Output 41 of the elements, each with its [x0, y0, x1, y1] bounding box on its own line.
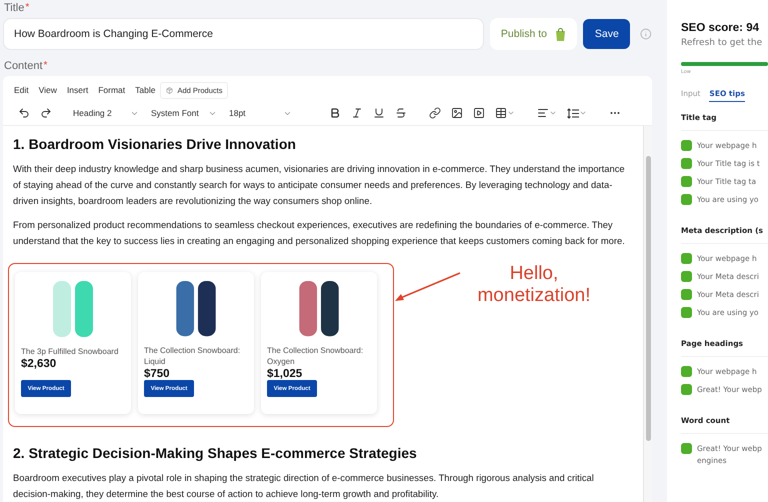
title-input[interactable]: How Boardroom is Changing E-Commerce — [3, 18, 484, 50]
publish-button[interactable]: Publish to — [490, 18, 578, 50]
align-left-icon — [537, 107, 549, 119]
shopping-bag-icon — [555, 28, 566, 40]
menu-item[interactable]: Edit — [9, 82, 34, 98]
menu-item[interactable]: Insert — [62, 82, 94, 98]
line-spacing-icon — [567, 108, 579, 118]
required-mark: * — [25, 2, 30, 13]
snowboard-drawing — [298, 280, 340, 338]
menu-item[interactable]: Format — [93, 82, 130, 98]
chevron-down-icon — [549, 109, 557, 117]
required-mark: * — [44, 60, 48, 71]
title-label: Title — [4, 2, 24, 14]
annotation-text: Hello, monetization! — [476, 263, 592, 307]
format-select[interactable]: 18pt — [223, 105, 298, 121]
refresh-hint: Refresh to get the — [681, 38, 764, 48]
scrollbar[interactable] — [643, 126, 652, 502]
paragraph: From personalized product recommendations to seamless checkout experiences, executives are redefining the boundaries of e-commerce. They understand that the key to success lies in creating an engaging and personalized shopping experience that keeps customers coming back for more. — [13, 218, 626, 248]
snowboard-drawing — [52, 280, 94, 338]
save-button[interactable]: Save — [583, 19, 630, 49]
product-name: The Collection Snowboard: Liquid — [144, 345, 242, 368]
paragraph: Boardroom executives play a pivotal role in shaping the strategic direction of e-commerce businesses. Through rigorous analysis and critical decision-making, they determine the best course of action to achieve long-term growth and profitability. — [13, 471, 595, 501]
menu-item[interactable]: Table — [130, 82, 160, 98]
section-heading: 1. Boardroom Visionaries Drive Innovation — [13, 136, 297, 152]
section-heading: 2. Strategic Decision-Making Shapes E-commerce Strategies — [13, 445, 418, 461]
product-price: $2,630 — [21, 358, 58, 370]
table-icon — [495, 107, 507, 119]
content-label: Content — [4, 60, 43, 72]
format-select[interactable]: Heading 2 — [67, 105, 145, 121]
paragraph: With their deep industry knowledge and sharp business acumen, visionaries are driving innovation in e-commerce. They understand the importance of staying ahead of the curve and constantly search for ways to anticipate consumer needs and preferences. By leveraging technology and data-driven insights, boardroom leaders are revolutionizing the way consumers shop online. — [13, 162, 626, 208]
seo-score: SEO score: 94 — [681, 22, 760, 34]
product-price: $1,025 — [267, 368, 304, 380]
menu-item[interactable]: View — [34, 82, 62, 98]
package-icon — [166, 86, 174, 94]
format-select[interactable]: System Font — [145, 105, 223, 121]
product-name: The Collection Snowboard: Oxygen — [267, 345, 364, 368]
product-name: The 3p Fulfilled Snowboard — [21, 346, 120, 357]
chevron-down-icon — [579, 109, 587, 117]
product-price: $750 — [144, 368, 171, 380]
chevron-down-icon — [507, 109, 515, 117]
snowboard-drawing — [175, 280, 217, 338]
